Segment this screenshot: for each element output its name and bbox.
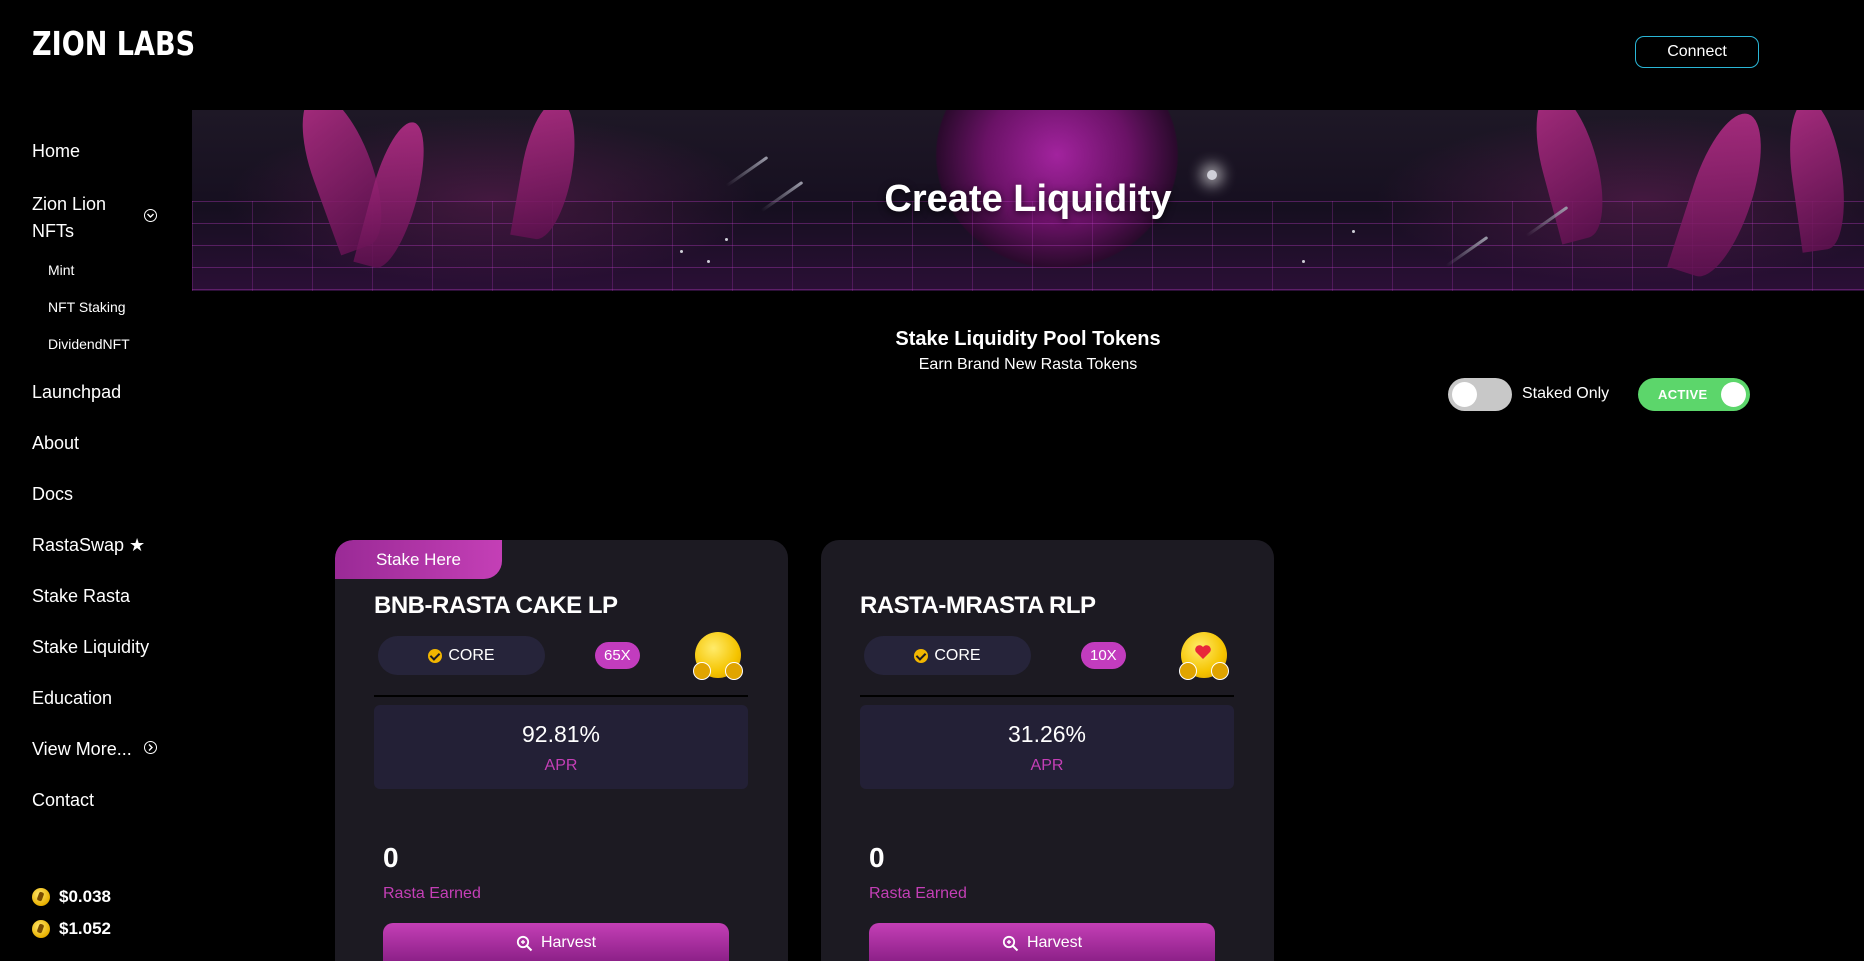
token-pair-icon <box>693 632 743 680</box>
pool-title: RASTA-MRASTA RLP <box>860 592 1096 619</box>
hero-banner: Create Liquidity <box>192 110 1864 291</box>
stake-here-tab[interactable]: Stake Here <box>335 540 502 579</box>
earned-label: Rasta Earned <box>383 885 481 902</box>
sidebar-item-rastaswap[interactable]: RastaSwap ★ <box>32 535 145 556</box>
token-small-icon <box>725 662 743 680</box>
banner-star <box>1302 260 1305 263</box>
sidebar-item-stake-rasta[interactable]: Stake Rasta <box>32 586 130 607</box>
zoom-icon <box>1002 935 1019 951</box>
sidebar-item-education[interactable]: Education <box>32 688 112 709</box>
apr-value: 92.81% <box>521 721 600 747</box>
zoom-icon <box>516 935 533 951</box>
harvest-label: Harvest <box>1026 934 1083 951</box>
active-toggle-label: ACTIVE <box>1658 387 1708 402</box>
sidebar-item-docs[interactable]: Docs <box>32 484 73 505</box>
staked-only-label: Staked Only <box>1522 385 1610 402</box>
apr-box: 92.81% APR <box>374 705 748 789</box>
sidebar-item-nft-staking[interactable]: NFT Staking <box>48 299 126 315</box>
check-icon <box>428 648 443 663</box>
connect-button[interactable]: Connect <box>1635 36 1759 68</box>
toggle-knob <box>1452 382 1477 407</box>
staked-only-toggle[interactable] <box>1448 378 1512 411</box>
pool-card: Stake Here BNB-RASTA CAKE LP CORE 65X 92… <box>335 540 788 961</box>
core-label: CORE <box>934 646 981 664</box>
sidebar-item-label: NFTs <box>32 221 74 241</box>
token-small-icon <box>693 662 711 680</box>
banner-star <box>680 250 683 253</box>
chevron-down-icon[interactable] <box>144 209 157 222</box>
core-badge: CORE <box>864 636 1031 675</box>
sidebar-item-mint[interactable]: Mint <box>48 262 74 278</box>
rasta-coin-icon <box>32 888 50 906</box>
price-mrasta: $1.052 <box>32 919 111 939</box>
token-small-icon <box>1179 662 1197 680</box>
sidebar-item-about[interactable]: About <box>32 433 79 454</box>
pool-card: RASTA-MRASTA RLP CORE 10X 31.26% APR 0 R… <box>821 540 1274 961</box>
harvest-button[interactable]: Harvest <box>383 923 729 961</box>
section-title: Stake Liquidity Pool Tokens <box>895 328 1161 350</box>
core-label: CORE <box>448 646 495 664</box>
apr-label: APR <box>544 757 578 774</box>
token-small-icon <box>1211 662 1229 680</box>
price-value: $1.052 <box>59 919 111 938</box>
price-rasta: $0.038 <box>32 887 111 907</box>
toggle-knob <box>1721 382 1746 407</box>
harvest-label: Harvest <box>540 934 597 951</box>
chevron-right-icon[interactable] <box>144 741 157 754</box>
check-icon <box>914 648 929 663</box>
sidebar-item-dividendnft[interactable]: DividendNFT <box>48 336 130 352</box>
price-value: $0.038 <box>59 887 111 906</box>
banner-star <box>1352 230 1355 233</box>
sidebar: Home Zion Lion NFTs Mint NFT Staking Div… <box>0 0 190 961</box>
mrasta-coin-icon <box>32 920 50 938</box>
card-divider <box>374 695 748 697</box>
apr-box: 31.26% APR <box>860 705 1234 789</box>
sidebar-item-contact[interactable]: Contact <box>32 790 94 811</box>
token-pair-icon <box>1179 632 1229 680</box>
sidebar-item-view-more[interactable]: View More... <box>32 739 132 760</box>
multiplier-badge: 65X <box>595 642 640 669</box>
earned-value: 0 <box>869 842 885 873</box>
banner-star <box>725 238 728 241</box>
sidebar-item-stake-liquidity[interactable]: Stake Liquidity <box>32 637 149 658</box>
multiplier-badge: 10X <box>1081 642 1126 669</box>
sidebar-item-launchpad[interactable]: Launchpad <box>32 382 121 403</box>
pool-title: BNB-RASTA CAKE LP <box>374 592 618 619</box>
sidebar-item-home[interactable]: Home <box>32 141 80 162</box>
apr-value: 31.26% <box>1007 721 1086 747</box>
sidebar-item-zion-lion-nfts[interactable]: Zion Lion NFTs <box>32 191 106 245</box>
section-subtitle: Earn Brand New Rasta Tokens <box>918 356 1138 373</box>
harvest-button[interactable]: Harvest <box>869 923 1215 961</box>
banner-star <box>707 260 710 263</box>
heart-icon <box>1195 645 1211 659</box>
card-divider <box>860 695 1234 697</box>
earned-value: 0 <box>383 842 399 873</box>
apr-label: APR <box>1030 757 1064 774</box>
earned-label: Rasta Earned <box>869 885 967 902</box>
active-toggle[interactable]: ACTIVE <box>1638 378 1750 411</box>
core-badge: CORE <box>378 636 545 675</box>
banner-title: Create Liquidity <box>884 178 1172 220</box>
sidebar-item-label: Zion Lion <box>32 194 107 214</box>
